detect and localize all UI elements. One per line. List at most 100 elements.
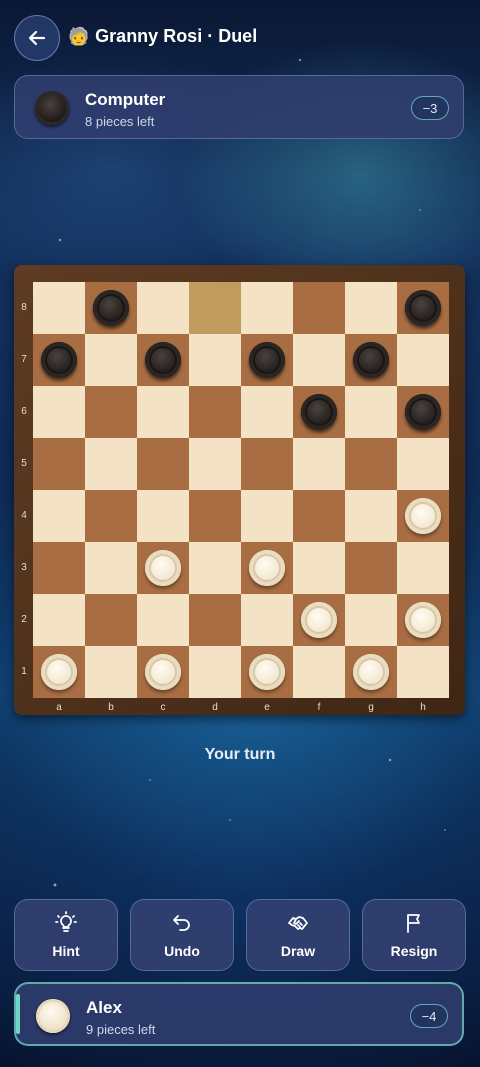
square-d3[interactable] [189, 542, 241, 594]
file-label-e: e [264, 702, 270, 713]
file-label-g: g [368, 702, 374, 713]
square-d2[interactable] [189, 594, 241, 646]
square-b8[interactable] [85, 282, 137, 334]
square-f5[interactable] [293, 438, 345, 490]
square-g5[interactable] [345, 438, 397, 490]
square-b7[interactable] [85, 334, 137, 386]
white-piece-h2[interactable] [405, 602, 441, 638]
square-b2[interactable] [85, 594, 137, 646]
white-piece-c1[interactable] [145, 654, 181, 690]
square-e6[interactable] [241, 386, 293, 438]
square-c5[interactable] [137, 438, 189, 490]
square-h1[interactable] [397, 646, 449, 698]
white-piece-e1[interactable] [249, 654, 285, 690]
square-a7[interactable] [33, 334, 85, 386]
checkers-board[interactable] [33, 282, 449, 698]
file-label-f: f [317, 702, 321, 713]
square-e7[interactable] [241, 334, 293, 386]
back-button[interactable] [14, 15, 60, 61]
square-a4[interactable] [33, 490, 85, 542]
flag-icon [407, 914, 420, 933]
square-g2[interactable] [345, 594, 397, 646]
file-label-h: h [420, 702, 426, 713]
square-f4[interactable] [293, 490, 345, 542]
square-f2[interactable] [293, 594, 345, 646]
square-h6[interactable] [397, 386, 449, 438]
player-piece-icon [36, 999, 70, 1033]
square-h8[interactable] [397, 282, 449, 334]
black-piece-e7[interactable] [249, 342, 285, 378]
square-h2[interactable] [397, 594, 449, 646]
square-a5[interactable] [33, 438, 85, 490]
square-f3[interactable] [293, 542, 345, 594]
square-h5[interactable] [397, 438, 449, 490]
square-a6[interactable] [33, 386, 85, 438]
square-b3[interactable] [85, 542, 137, 594]
rank-label-5: 5 [21, 458, 27, 469]
square-c7[interactable] [137, 334, 189, 386]
black-piece-f6[interactable] [301, 394, 337, 430]
black-piece-b8[interactable] [93, 290, 129, 326]
square-e8[interactable] [241, 282, 293, 334]
square-c3[interactable] [137, 542, 189, 594]
square-f7[interactable] [293, 334, 345, 386]
square-e1[interactable] [241, 646, 293, 698]
white-piece-h4[interactable] [405, 498, 441, 534]
square-b1[interactable] [85, 646, 137, 698]
black-piece-g7[interactable] [353, 342, 389, 378]
square-e4[interactable] [241, 490, 293, 542]
square-g1[interactable] [345, 646, 397, 698]
white-piece-e3[interactable] [249, 550, 285, 586]
square-d8[interactable] [189, 282, 241, 334]
resign-button[interactable]: Resign [362, 899, 466, 971]
square-d6[interactable] [189, 386, 241, 438]
square-d7[interactable] [189, 334, 241, 386]
opponent-card: Computer 8 pieces left −3 [14, 75, 464, 139]
square-g7[interactable] [345, 334, 397, 386]
square-f6[interactable] [293, 386, 345, 438]
square-c8[interactable] [137, 282, 189, 334]
turn-status: Your turn [204, 746, 276, 763]
square-e3[interactable] [241, 542, 293, 594]
square-b4[interactable] [85, 490, 137, 542]
square-c6[interactable] [137, 386, 189, 438]
square-a1[interactable] [33, 646, 85, 698]
undo-button[interactable]: Undo [130, 899, 234, 971]
white-piece-c3[interactable] [145, 550, 181, 586]
square-d5[interactable] [189, 438, 241, 490]
square-c2[interactable] [137, 594, 189, 646]
white-piece-g1[interactable] [353, 654, 389, 690]
square-f1[interactable] [293, 646, 345, 698]
hint-button[interactable]: Hint [14, 899, 118, 971]
square-g3[interactable] [345, 542, 397, 594]
square-g4[interactable] [345, 490, 397, 542]
square-f8[interactable] [293, 282, 345, 334]
square-h7[interactable] [397, 334, 449, 386]
square-a3[interactable] [33, 542, 85, 594]
square-e5[interactable] [241, 438, 293, 490]
white-piece-f2[interactable] [301, 602, 337, 638]
square-c4[interactable] [137, 490, 189, 542]
rank-label-2: 2 [21, 614, 27, 625]
black-piece-a7[interactable] [41, 342, 77, 378]
black-piece-h8[interactable] [405, 290, 441, 326]
draw-button[interactable]: Draw [246, 899, 350, 971]
square-d4[interactable] [189, 490, 241, 542]
square-b5[interactable] [85, 438, 137, 490]
square-g6[interactable] [345, 386, 397, 438]
square-d1[interactable] [189, 646, 241, 698]
rank-label-1: 1 [21, 666, 27, 677]
square-c1[interactable] [137, 646, 189, 698]
lightbulb-icon [55, 911, 77, 932]
hint-label: Hint [52, 943, 80, 959]
white-piece-a1[interactable] [41, 654, 77, 690]
square-b6[interactable] [85, 386, 137, 438]
square-h3[interactable] [397, 542, 449, 594]
square-a2[interactable] [33, 594, 85, 646]
black-piece-c7[interactable] [145, 342, 181, 378]
square-h4[interactable] [397, 490, 449, 542]
square-a8[interactable] [33, 282, 85, 334]
black-piece-h6[interactable] [405, 394, 441, 430]
square-g8[interactable] [345, 282, 397, 334]
square-e2[interactable] [241, 594, 293, 646]
